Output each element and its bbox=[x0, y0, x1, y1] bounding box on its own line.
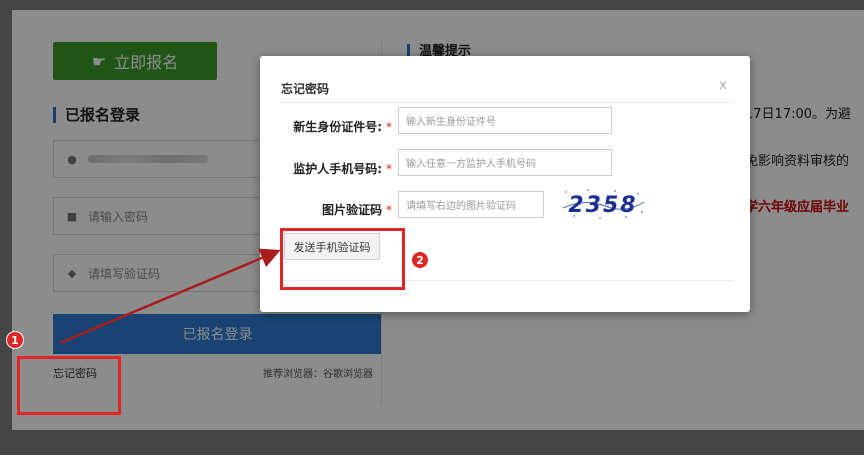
annotation-arrow bbox=[59, 248, 281, 345]
